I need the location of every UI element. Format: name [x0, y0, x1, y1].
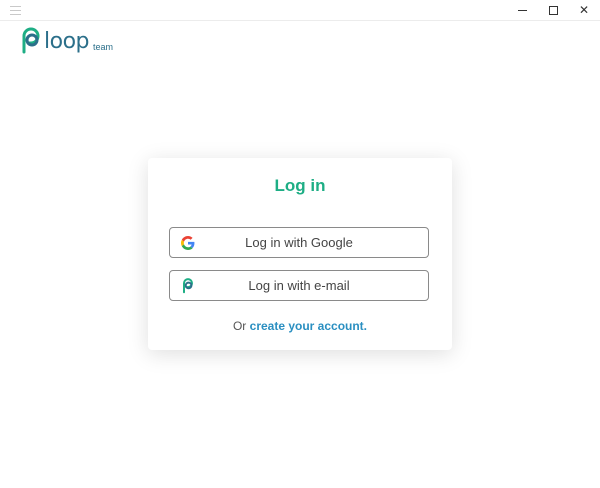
loop-email-icon	[180, 277, 195, 294]
create-account-line: Or create your account.	[148, 319, 452, 333]
google-icon	[180, 235, 195, 251]
minimize-icon	[517, 9, 527, 11]
email-login-button[interactable]: Log in with e-mail	[169, 270, 429, 301]
hamburger-icon[interactable]	[10, 6, 21, 15]
loop-logo-icon	[22, 27, 40, 54]
window-titlebar: ✕	[0, 0, 600, 21]
login-card: Log in Log in with Google Log in with e-…	[148, 158, 452, 350]
logo-subtitle: team	[93, 42, 114, 52]
login-title: Log in	[274, 176, 326, 195]
google-login-button[interactable]: Log in with Google	[169, 227, 429, 258]
maximize-button[interactable]	[538, 0, 568, 20]
google-login-label: Log in with Google	[245, 235, 353, 250]
footer-prefix: Or	[232, 319, 250, 333]
email-login-label: Log in with e-mail	[248, 278, 350, 293]
close-button[interactable]: ✕	[569, 0, 599, 20]
maximize-icon	[548, 5, 558, 15]
create-account-link[interactable]: create your account.	[250, 319, 367, 333]
loop-team-logo: loop team	[19, 27, 113, 55]
logo-wordmark: loop	[44, 29, 90, 54]
close-icon: ✕	[578, 3, 590, 17]
minimize-button[interactable]	[507, 0, 537, 20]
